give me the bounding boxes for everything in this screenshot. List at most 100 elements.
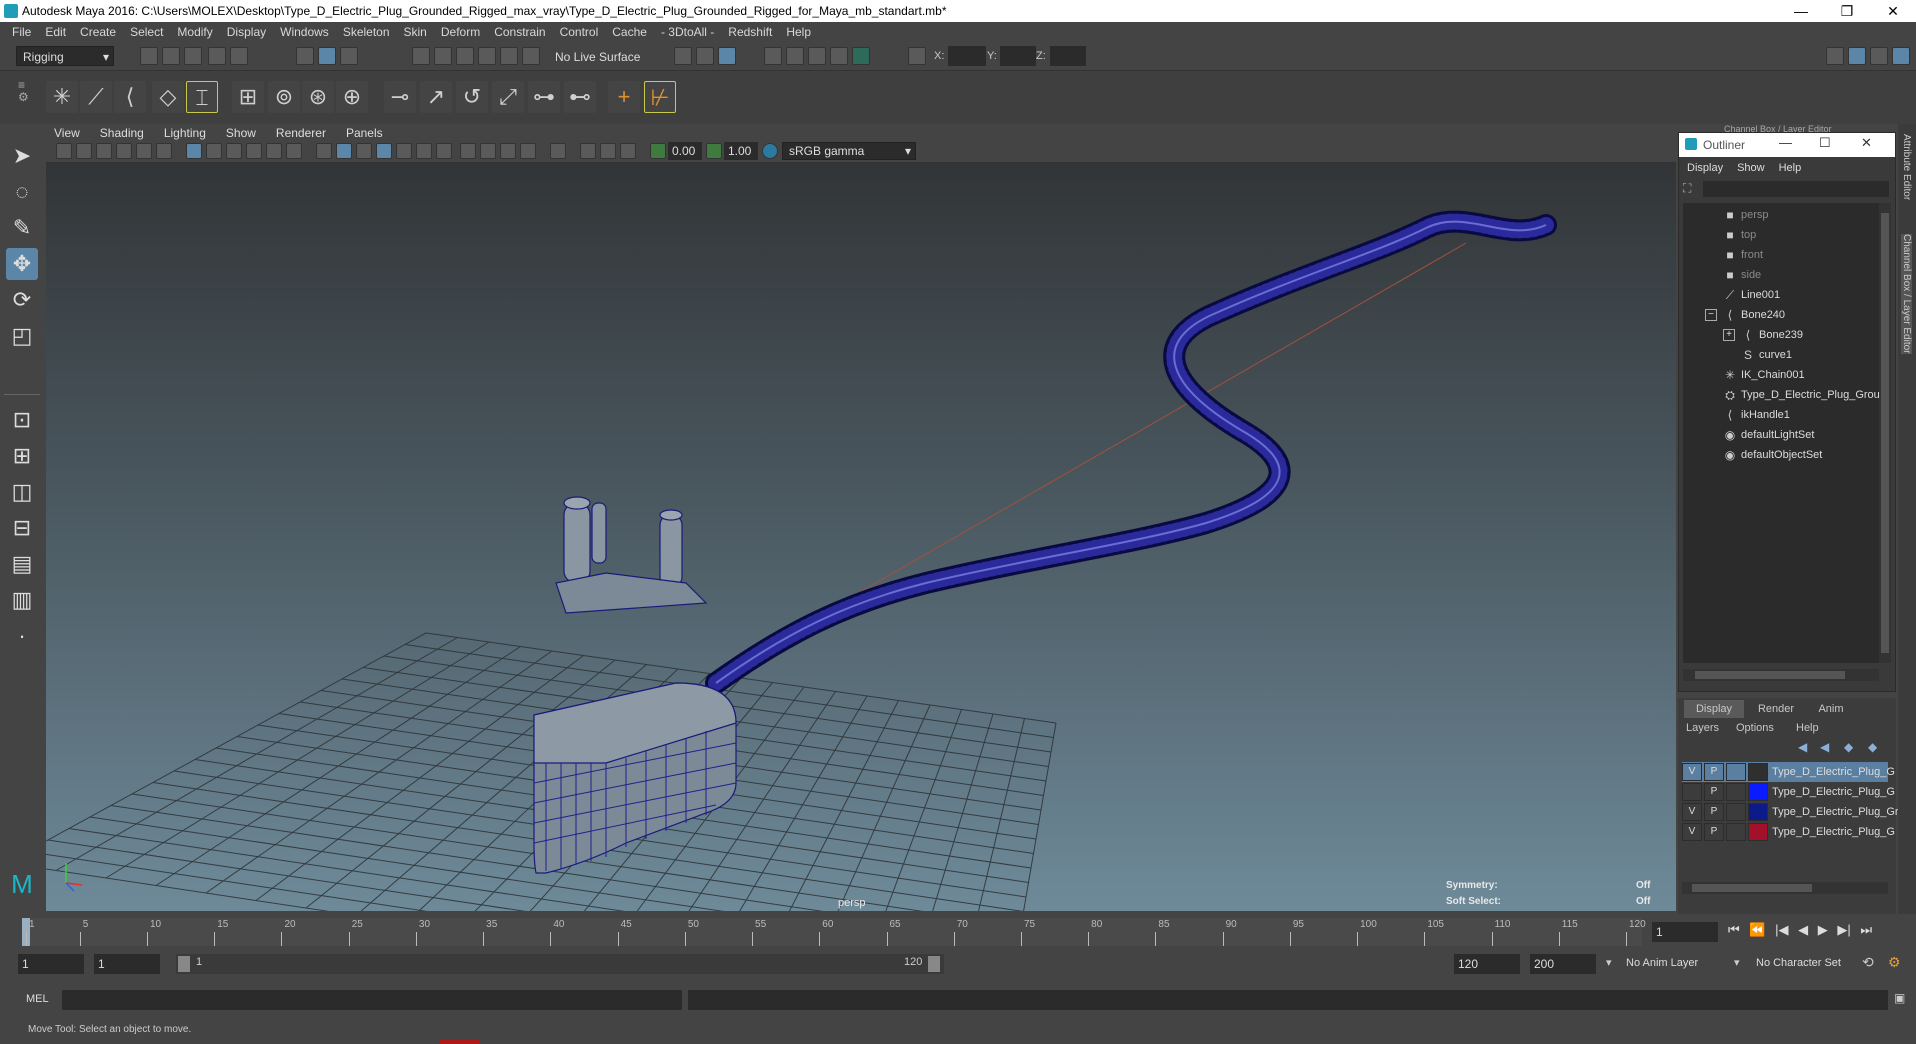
select-camera-icon[interactable] bbox=[56, 143, 72, 159]
grid-toggle-icon[interactable] bbox=[186, 143, 202, 159]
resolution-gate-icon[interactable] bbox=[226, 143, 242, 159]
outliner-item[interactable]: ⟨ ikHandle1 bbox=[1683, 405, 1790, 425]
layer-visibility-toggle[interactable]: V bbox=[1682, 803, 1702, 822]
select-component-icon[interactable] bbox=[340, 47, 358, 65]
view-transform-select[interactable]: sRGB gamma ▾ bbox=[782, 142, 916, 160]
step-back-key-icon[interactable]: |◀ bbox=[1775, 922, 1788, 937]
construction-history-icon[interactable] bbox=[718, 47, 736, 65]
outliner-persp-layout-icon[interactable]: ▤ bbox=[6, 548, 38, 580]
menu-select[interactable]: Select bbox=[124, 25, 171, 39]
depth-of-field-icon[interactable] bbox=[520, 143, 536, 159]
menu-modify[interactable]: Modify bbox=[171, 25, 220, 39]
smooth-shade-icon[interactable] bbox=[336, 143, 352, 159]
outliner-close-icon[interactable]: ✕ bbox=[1861, 135, 1872, 151]
minimize-button[interactable]: — bbox=[1778, 0, 1824, 22]
menu-edit[interactable]: Edit bbox=[39, 25, 74, 39]
viewport-persp[interactable]: persp Symmetry: Off Soft Select: Off bbox=[46, 163, 1676, 911]
animation-end-field[interactable]: 200 bbox=[1530, 954, 1596, 974]
layer-type-toggle[interactable] bbox=[1726, 823, 1746, 842]
camera-attributes-icon[interactable] bbox=[76, 143, 92, 159]
shelf-menu-icon[interactable]: ≡ ⚙ bbox=[18, 79, 30, 115]
outliner-menu-display[interactable]: Display bbox=[1679, 162, 1733, 174]
transform-mode-icon[interactable] bbox=[908, 47, 926, 65]
panel-menu-panels[interactable]: Panels bbox=[338, 126, 395, 140]
layer-playback-toggle[interactable]: P bbox=[1704, 763, 1724, 782]
chevron-down-icon[interactable]: ▾ bbox=[1734, 956, 1740, 969]
x-field[interactable] bbox=[948, 46, 986, 66]
outliner-item[interactable]: ◉ defaultObjectSet bbox=[1683, 445, 1823, 465]
grease-pencil-icon[interactable] bbox=[156, 143, 172, 159]
outliner-item[interactable]: + ⟨ Bone239 bbox=[1683, 325, 1803, 345]
layer-row[interactable]: V P Type_D_Electric_Plug_G bbox=[1682, 822, 1895, 842]
layer-row[interactable]: V P Type_D_Electric_Plug_Gro bbox=[1682, 802, 1905, 822]
outliner-filter-icon[interactable]: ⛶ bbox=[1683, 181, 1699, 197]
image-plane-icon[interactable] bbox=[116, 143, 132, 159]
time-slider-track[interactable]: 1 5 10 15 20 25 30 35 40 45 50 55 60 65 70 75 80 85 90 95 10… bbox=[22, 918, 1646, 946]
single-pane-layout-icon[interactable]: ⊡ bbox=[6, 404, 38, 436]
smooth-bind-icon[interactable]: ⊕ bbox=[336, 81, 368, 113]
play-back-icon[interactable]: ◀ bbox=[1798, 922, 1808, 937]
new-layer-icon[interactable]: ◆ bbox=[1844, 740, 1853, 754]
panel-menu-renderer[interactable]: Renderer bbox=[268, 126, 338, 140]
safe-action-icon[interactable] bbox=[286, 143, 302, 159]
outliner-item[interactable]: ◉ defaultLightSet bbox=[1683, 425, 1815, 445]
film-gate-icon[interactable] bbox=[206, 143, 222, 159]
wireframe-on-shaded-icon[interactable] bbox=[376, 143, 392, 159]
motion-blur-icon[interactable] bbox=[480, 143, 496, 159]
tab-display[interactable]: Display bbox=[1684, 700, 1744, 718]
chevron-down-icon[interactable]: ▾ bbox=[1606, 956, 1612, 969]
menu-windows[interactable]: Windows bbox=[274, 25, 337, 39]
goto-start-icon[interactable]: ⏮ bbox=[1728, 922, 1740, 937]
ambient-occlusion-icon[interactable] bbox=[460, 143, 476, 159]
menu-skeleton[interactable]: Skeleton bbox=[337, 25, 398, 39]
modeling-toolkit-icon[interactable] bbox=[1826, 47, 1844, 65]
close-button[interactable]: ✕ bbox=[1870, 0, 1916, 22]
tab-render[interactable]: Render bbox=[1748, 700, 1804, 718]
current-frame-field[interactable]: 1 bbox=[1652, 922, 1718, 942]
layer-visibility-toggle[interactable] bbox=[1682, 783, 1702, 802]
select-hierarchy-icon[interactable] bbox=[296, 47, 314, 65]
outliner-item[interactable]: ■ front bbox=[1683, 245, 1763, 265]
open-scene-icon[interactable] bbox=[162, 47, 180, 65]
layer-hscrollbar[interactable] bbox=[1682, 882, 1888, 894]
outliner-minimize-icon[interactable]: — bbox=[1779, 135, 1792, 150]
outliner-vscrollbar[interactable] bbox=[1879, 203, 1891, 663]
live-surface-label[interactable]: No Live Surface bbox=[555, 50, 640, 64]
rotate-tool-icon[interactable]: ⟳ bbox=[6, 284, 38, 316]
tab-anim[interactable]: Anim bbox=[1806, 700, 1856, 718]
ipr-render-icon[interactable] bbox=[808, 47, 826, 65]
insert-joint-icon[interactable]: ◇ bbox=[152, 81, 184, 113]
outliner-item[interactable]: ⛭ Type_D_Electric_Plug_Grou bbox=[1683, 385, 1880, 405]
field-chart-icon[interactable] bbox=[266, 143, 282, 159]
layer-name[interactable]: Type_D_Electric_Plug_Gro bbox=[1772, 806, 1905, 818]
layer-color-swatch[interactable] bbox=[1748, 803, 1768, 822]
range-start-handle[interactable] bbox=[178, 956, 190, 972]
create-joint-icon[interactable]: ✳ bbox=[46, 81, 78, 113]
interactive-bind-icon[interactable]: ⊛ bbox=[302, 81, 334, 113]
four-pane-layout-icon[interactable]: ⊞ bbox=[6, 440, 38, 472]
menu-create[interactable]: Create bbox=[74, 25, 124, 39]
render-settings-icon[interactable] bbox=[830, 47, 848, 65]
step-back-icon[interactable]: ⏪ bbox=[1749, 922, 1765, 937]
menu-deform[interactable]: Deform bbox=[435, 25, 488, 39]
locator-icon[interactable]: + bbox=[608, 81, 640, 113]
select-tool-icon[interactable]: ➤ bbox=[6, 140, 38, 172]
menu-display[interactable]: Display bbox=[221, 25, 274, 39]
cluster-icon[interactable]: ⊬ bbox=[644, 81, 676, 113]
menu-redshift[interactable]: Redshift bbox=[722, 25, 780, 39]
layer-color-swatch[interactable] bbox=[1748, 763, 1768, 782]
2d-pan-zoom-icon[interactable] bbox=[136, 143, 152, 159]
animation-start-field[interactable]: 1 bbox=[18, 954, 84, 974]
menu-3dtoall[interactable]: - 3DtoAll - bbox=[655, 25, 722, 39]
layer-menu-options[interactable]: Options bbox=[1736, 722, 1774, 734]
channel-box-toggle-icon[interactable] bbox=[1892, 47, 1910, 65]
mode-selector[interactable]: Rigging ▾ bbox=[16, 46, 114, 66]
z-field[interactable] bbox=[1050, 46, 1086, 66]
ik-spline-tool-icon[interactable]: ⟨ bbox=[114, 81, 146, 113]
shadows-icon[interactable] bbox=[436, 143, 452, 159]
scale-tool-icon[interactable]: ◰ bbox=[6, 320, 38, 352]
redo-icon[interactable] bbox=[230, 47, 248, 65]
menu-file[interactable]: File bbox=[6, 25, 39, 39]
new-scene-icon[interactable] bbox=[140, 47, 158, 65]
outliner-hscroll-thumb[interactable] bbox=[1695, 671, 1845, 679]
